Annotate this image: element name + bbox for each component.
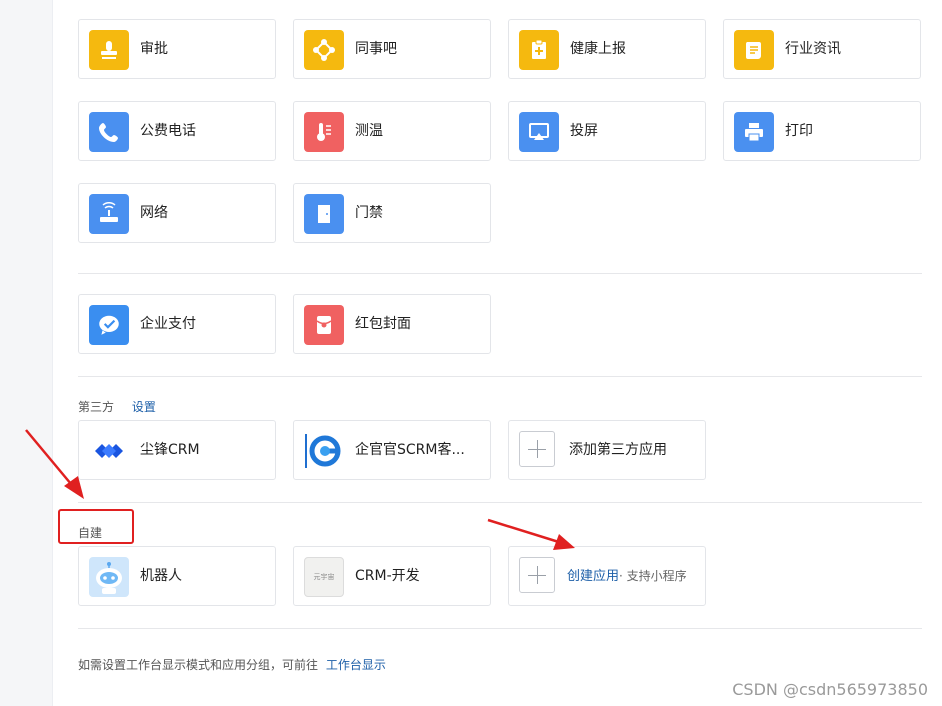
section-divider: [78, 273, 922, 274]
door-icon: [304, 194, 344, 234]
app-card-public-phone[interactable]: 公费电话: [78, 101, 276, 161]
chenfeng-crm-logo-icon: [89, 431, 129, 471]
app-label: 企官官SCRM客...: [355, 442, 465, 458]
app-label: 投屏: [570, 123, 598, 139]
news-scroll-icon: [734, 30, 774, 70]
annotation-highlight-box: [58, 509, 134, 544]
watermark: CSDN @csdn565973850: [732, 680, 928, 699]
app-card-health-report[interactable]: 健康上报: [508, 19, 706, 79]
app-card-screen-cast[interactable]: 投屏: [508, 101, 706, 161]
workbench-display-link[interactable]: 工作台显示: [326, 658, 386, 672]
health-report-icon: [519, 30, 559, 70]
plus-icon: [519, 557, 555, 593]
app-label: 行业资讯: [785, 41, 841, 57]
red-envelope-icon: [304, 305, 344, 345]
phone-icon: [89, 112, 129, 152]
app-card-qiguanguan-scrm[interactable]: 企官官SCRM客...: [293, 420, 491, 480]
create-app-hint: · 支持小程序: [619, 569, 687, 583]
crm-dev-logo-icon: 元宇宙: [304, 557, 344, 597]
crm-dev-logo-text: 元宇宙: [313, 573, 335, 581]
app-label: 公费电话: [140, 123, 196, 139]
app-label: 网络: [140, 205, 168, 221]
section-divider: [78, 502, 922, 503]
app-label: 审批: [140, 41, 168, 57]
app-label: CRM-开发: [355, 568, 420, 584]
create-app-text: 创建应用· 支持小程序: [567, 547, 687, 605]
screen-cast-icon: [519, 112, 559, 152]
app-label: 企业支付: [140, 316, 196, 332]
app-label: 红包封面: [355, 316, 411, 332]
third-party-title: 第三方: [78, 400, 115, 414]
app-card-industry-news[interactable]: 行业资讯: [723, 19, 921, 79]
app-card-network[interactable]: 网络: [78, 183, 276, 243]
app-card-chenfeng-crm[interactable]: 尘锋CRM: [78, 420, 276, 480]
app-card-colleague-forum[interactable]: 同事吧: [293, 19, 491, 79]
network-icon: [304, 30, 344, 70]
app-label: 机器人: [140, 568, 182, 584]
section-divider: [78, 376, 922, 377]
create-app-card[interactable]: 创建应用· 支持小程序: [508, 546, 706, 606]
add-third-party-app-card[interactable]: 添加第三方应用: [508, 420, 706, 480]
app-label: 打印: [785, 123, 813, 139]
section-divider: [78, 628, 922, 629]
printer-icon: [734, 112, 774, 152]
app-card-print[interactable]: 打印: [723, 101, 921, 161]
app-card-red-envelope-cover[interactable]: 红包封面: [293, 294, 491, 354]
wechat-pay-icon: [89, 305, 129, 345]
router-icon: [89, 194, 129, 234]
footer-text: 如需设置工作台显示模式和应用分组，可前往: [78, 658, 319, 672]
third-party-settings-link[interactable]: 设置: [132, 400, 156, 414]
app-card-access-control[interactable]: 门禁: [293, 183, 491, 243]
app-label: 门禁: [355, 205, 383, 221]
app-card-approval[interactable]: 审批: [78, 19, 276, 79]
create-app-label: 创建应用: [567, 569, 620, 584]
thermometer-icon: [304, 112, 344, 152]
app-label: 同事吧: [355, 41, 397, 57]
app-card-enterprise-pay[interactable]: 企业支付: [78, 294, 276, 354]
stamp-icon: [89, 30, 129, 70]
app-card-crm-dev[interactable]: 元宇宙 CRM-开发: [293, 546, 491, 606]
robot-icon: [89, 557, 129, 597]
qiguanguan-logo-icon: [304, 431, 344, 471]
app-label: 健康上报: [570, 41, 626, 57]
plus-icon: [519, 431, 555, 467]
app-card-robot[interactable]: 机器人: [78, 546, 276, 606]
third-party-section-title: 第三方 设置: [78, 398, 156, 415]
app-label: 测温: [355, 123, 383, 139]
app-label: 尘锋CRM: [140, 442, 200, 458]
left-rail: [0, 0, 53, 706]
app-card-temperature[interactable]: 测温: [293, 101, 491, 161]
footer-note: 如需设置工作台显示模式和应用分组，可前往 工作台显示: [78, 656, 386, 673]
add-third-party-app-label: 添加第三方应用: [569, 442, 667, 458]
